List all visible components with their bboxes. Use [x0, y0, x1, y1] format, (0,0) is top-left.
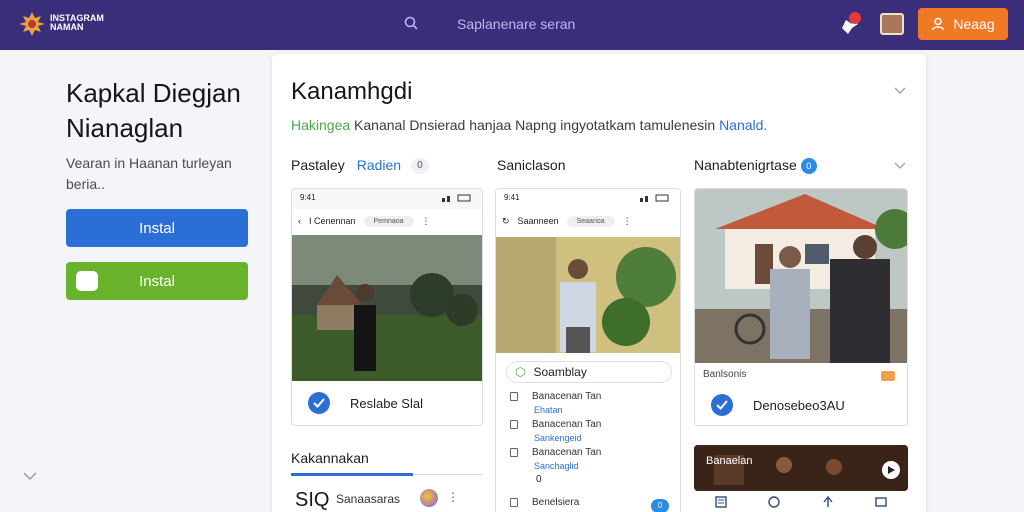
row-badge: 0	[651, 499, 669, 512]
account-button[interactable]: Neaag	[918, 8, 1008, 40]
column-link[interactable]: Radien	[357, 157, 401, 173]
play-icon[interactable]	[882, 461, 900, 479]
phone-card-2[interactable]: 9:41 ↻ Saanneen Seaanoa ⋮ ⬡ Soamblay Ban…	[495, 188, 681, 512]
hero-title: Kapkal Diegjan Nianaglan	[66, 78, 241, 143]
count-pill: 0	[411, 158, 429, 175]
check-label: Denosebeo3AU	[753, 397, 845, 413]
panel-title: Kanamhgdi	[291, 78, 413, 105]
chevron-down-icon[interactable]	[894, 161, 906, 170]
account-button-label: Neaag	[953, 16, 995, 32]
tag-icon	[881, 371, 895, 381]
window-icon[interactable]	[874, 495, 888, 509]
logo-text: INSTAGRAM NAMAN	[50, 13, 104, 32]
search-input[interactable]: Saplanenare seran	[457, 16, 575, 32]
desc-text: Kananal Dnsierad hanjaa Napng ingyotatka…	[350, 117, 720, 133]
ticker-value: SIQ	[295, 489, 330, 511]
list-subtitle: Sanchaglid	[534, 461, 579, 471]
address-bar[interactable]: ‹ I Cenennan Pemnaoa ⋮	[298, 211, 476, 231]
desc-highlight: Hakingea	[291, 117, 351, 133]
signal-icon	[442, 194, 471, 202]
address-text: I Cenennan	[309, 216, 356, 226]
notification-badge	[849, 12, 861, 24]
checkbox[interactable]	[510, 447, 518, 457]
status-bar: 9:41	[292, 189, 482, 209]
panel-description: Hakingea Kananal Dnsierad hanjaa Napng i…	[291, 117, 767, 133]
card-meta: Banlsonis	[703, 369, 747, 380]
list-title: Banacenan Tan	[532, 447, 602, 458]
list-item[interactable]: Banacenan Tan Ehatan	[510, 391, 601, 415]
address-text: Saanneen	[517, 216, 559, 226]
list-title: Benelsiera	[532, 497, 580, 508]
count-badge: 0	[800, 158, 817, 175]
chevron-down-icon[interactable]	[22, 470, 38, 482]
check-label: Reslabe Slal	[350, 395, 423, 411]
ticker-name: Sanaasaras	[336, 492, 401, 506]
share-icon[interactable]	[821, 495, 835, 509]
list-title: Banacenan Tan	[532, 419, 602, 430]
menu-icon[interactable]	[714, 495, 728, 509]
install-button-primary[interactable]: Instal	[66, 209, 248, 247]
install-button-secondary[interactable]: Instal	[66, 262, 248, 300]
photo-preview	[496, 237, 680, 353]
search-icon[interactable]	[404, 16, 418, 30]
status-time: 9:41	[504, 193, 520, 202]
column-title: Nanabtenigrtase	[694, 157, 797, 173]
token-icon	[420, 489, 438, 507]
list-item[interactable]: Benelsiera	[510, 497, 579, 508]
list-item[interactable]: Banacenan Tan Sankengeid	[510, 419, 601, 443]
checkbox[interactable]	[510, 419, 518, 429]
logo-icon[interactable]	[17, 10, 47, 38]
photo-card-3[interactable]: Banlsonis Denosebeo3AU	[694, 188, 908, 426]
search-field[interactable]: ⬡ Soamblay	[506, 361, 672, 383]
hero-subtitle: Vearan in Haanan turleyan beria..	[66, 155, 232, 192]
install-button-label: Instal	[139, 272, 175, 290]
more-icon[interactable]: ⋮	[447, 490, 459, 504]
back-icon[interactable]: ‹	[298, 216, 301, 226]
signal-icon	[640, 194, 669, 202]
user-icon	[932, 17, 945, 31]
check-icon	[308, 392, 330, 414]
status-bar: 9:41	[496, 189, 680, 209]
phone-card-1[interactable]: 9:41 ‹ I Cenennan Pemnaoa ⋮ Reslabe Slal	[291, 188, 483, 426]
column-heading-2: Saniclason	[497, 157, 566, 173]
check-row[interactable]: Denosebeo3AU	[695, 383, 907, 425]
address-bar[interactable]: ↻ Saanneen Seaanoa ⋮	[502, 211, 674, 231]
check-row[interactable]: Reslabe Slal	[292, 381, 482, 425]
video-label: Banaelan	[706, 455, 753, 467]
status-time: 9:41	[300, 193, 316, 202]
chevron-down-icon[interactable]	[893, 86, 907, 96]
checkbox[interactable]	[510, 391, 518, 401]
search-label: Soamblay	[533, 365, 587, 379]
desc-link[interactable]: Nanald.	[719, 117, 767, 133]
shield-icon: ⬡	[515, 365, 526, 379]
bottom-nav	[694, 492, 908, 512]
column-title: Pastaley	[291, 157, 345, 173]
column-heading-3: Nanabtenigrtase 0	[694, 157, 817, 175]
column-title: Saniclason	[497, 157, 566, 173]
row-badge: 0	[536, 474, 542, 485]
video-thumbnail	[694, 445, 908, 491]
more-icon[interactable]: ⋮	[623, 216, 632, 227]
photo-preview	[695, 189, 907, 363]
avatar[interactable]	[880, 13, 904, 35]
check-icon	[711, 394, 733, 416]
checkbox[interactable]	[510, 497, 518, 507]
app-icon	[76, 271, 98, 291]
list-title: Banacenan Tan	[532, 391, 602, 402]
list-subtitle: Ehatan	[534, 405, 563, 415]
list-item[interactable]: Banacenan Tan Sanchaglid	[510, 447, 601, 471]
list-subtitle: Sankengeid	[534, 433, 582, 443]
more-icon[interactable]: ⋮	[422, 216, 431, 227]
address-pill: Seaanoa	[566, 215, 615, 227]
tab-label[interactable]: Kakannakan	[291, 450, 369, 466]
video-card[interactable]: Banaelan	[694, 445, 908, 491]
address-pill: Pemnaoa	[363, 215, 414, 227]
install-button-label: Instal	[139, 219, 175, 237]
photo-preview	[292, 235, 482, 381]
refresh-icon[interactable]: ↻	[502, 216, 510, 227]
chat-icon[interactable]	[767, 495, 781, 509]
column-heading-1: Pastaley Radien 0	[291, 157, 429, 175]
divider	[413, 474, 483, 475]
tab-indicator	[291, 473, 413, 476]
